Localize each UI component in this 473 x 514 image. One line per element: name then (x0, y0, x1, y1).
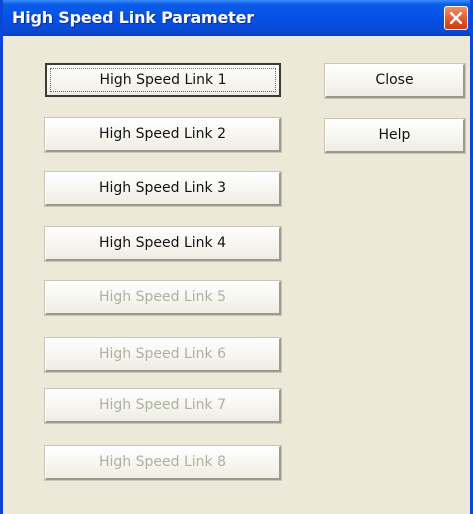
high-speed-link-7-button[interactable]: High Speed Link 7 (44, 388, 282, 424)
high-speed-link-4-button[interactable]: High Speed Link 4 (44, 226, 282, 262)
button-label: High Speed Link 5 (99, 289, 226, 305)
button-label: High Speed Link 8 (99, 454, 226, 470)
high-speed-link-2-button[interactable]: High Speed Link 2 (44, 117, 282, 153)
dialog-window: High Speed Link Parameter High Speed Lin… (0, 0, 473, 514)
high-speed-link-8-button[interactable]: High Speed Link 8 (44, 445, 282, 481)
high-speed-link-1-button[interactable]: High Speed Link 1 (45, 63, 281, 97)
title-close-button[interactable] (444, 6, 468, 30)
focus-indicator (50, 68, 276, 92)
button-label: High Speed Link 7 (99, 397, 226, 413)
high-speed-link-3-button[interactable]: High Speed Link 3 (44, 171, 282, 207)
close-icon (450, 12, 462, 24)
button-label: High Speed Link 3 (99, 180, 226, 196)
title-bar[interactable]: High Speed Link Parameter (3, 0, 470, 36)
button-label: High Speed Link 6 (99, 346, 226, 362)
help-button[interactable]: Help (324, 118, 466, 154)
window-title: High Speed Link Parameter (12, 8, 254, 27)
high-speed-link-5-button[interactable]: High Speed Link 5 (44, 280, 282, 316)
button-label: High Speed Link 2 (99, 126, 226, 142)
button-label: Help (378, 127, 411, 143)
button-label: Close (375, 72, 414, 88)
high-speed-link-6-button[interactable]: High Speed Link 6 (44, 337, 282, 373)
button-label: High Speed Link 4 (99, 235, 226, 251)
close-button[interactable]: Close (324, 63, 466, 99)
